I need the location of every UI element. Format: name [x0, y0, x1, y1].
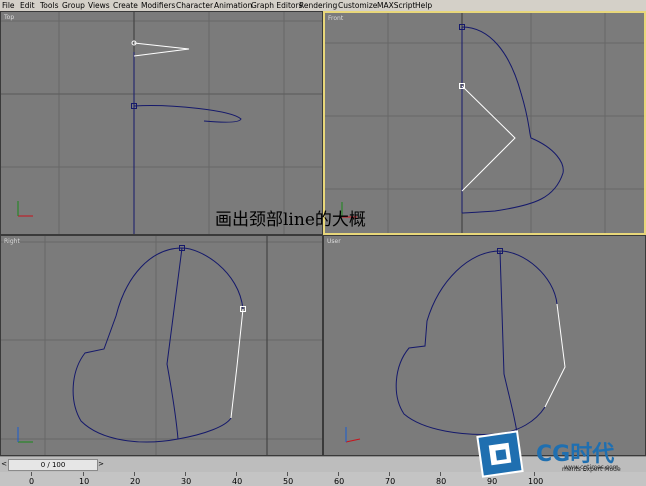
- viewport-right[interactable]: Right: [0, 235, 323, 456]
- caption-text: 画出颈部line的大概: [215, 210, 366, 230]
- menu-rendering[interactable]: Rendering: [299, 0, 337, 11]
- axis-gizmo-icon: [17, 427, 33, 443]
- menu-file[interactable]: File: [2, 0, 15, 11]
- menu-create[interactable]: Create: [113, 0, 138, 11]
- menu-character[interactable]: Character: [176, 0, 213, 11]
- menu-animation[interactable]: Animation: [214, 0, 252, 11]
- viewport-right-canvas: [1, 236, 322, 455]
- viewport-top-label[interactable]: Top: [4, 14, 14, 21]
- viewport-front-canvas: [325, 13, 644, 233]
- menu-modifiers[interactable]: Modifiers: [141, 0, 175, 11]
- viewport-user-canvas: [345, 248, 566, 447]
- menu-views[interactable]: Views: [88, 0, 110, 11]
- viewport-user[interactable]: User: [323, 235, 646, 456]
- menu-graph-editors[interactable]: Graph Editors: [251, 0, 303, 11]
- status-text: ments Expert Mode: [562, 466, 621, 473]
- menu-maxscript[interactable]: MAXScript: [377, 0, 416, 11]
- time-slider[interactable]: 0 / 100: [8, 459, 98, 471]
- viewport-user-label[interactable]: User: [327, 238, 341, 245]
- logo-icon: [476, 430, 524, 478]
- viewport-right-label[interactable]: Right: [4, 238, 20, 245]
- menu-group[interactable]: Group: [62, 0, 85, 11]
- prev-frame-button[interactable]: <: [0, 459, 8, 469]
- axis-gizmo-icon: [17, 201, 33, 217]
- viewport-front[interactable]: Front: [323, 11, 646, 235]
- axis-gizmo-icon: [345, 427, 361, 443]
- menu-tools[interactable]: Tools: [40, 0, 58, 11]
- viewport-top[interactable]: Top: [0, 11, 323, 235]
- viewport-front-label[interactable]: Front: [328, 15, 343, 22]
- viewport-top-canvas: [1, 12, 322, 234]
- menu-customize[interactable]: Customize: [338, 0, 377, 11]
- menu-help[interactable]: Help: [415, 0, 432, 11]
- cg-logo: CG时代 www.cgtimes.com: [472, 428, 646, 485]
- menu-edit[interactable]: Edit: [20, 0, 35, 11]
- next-frame-button[interactable]: >: [97, 459, 105, 469]
